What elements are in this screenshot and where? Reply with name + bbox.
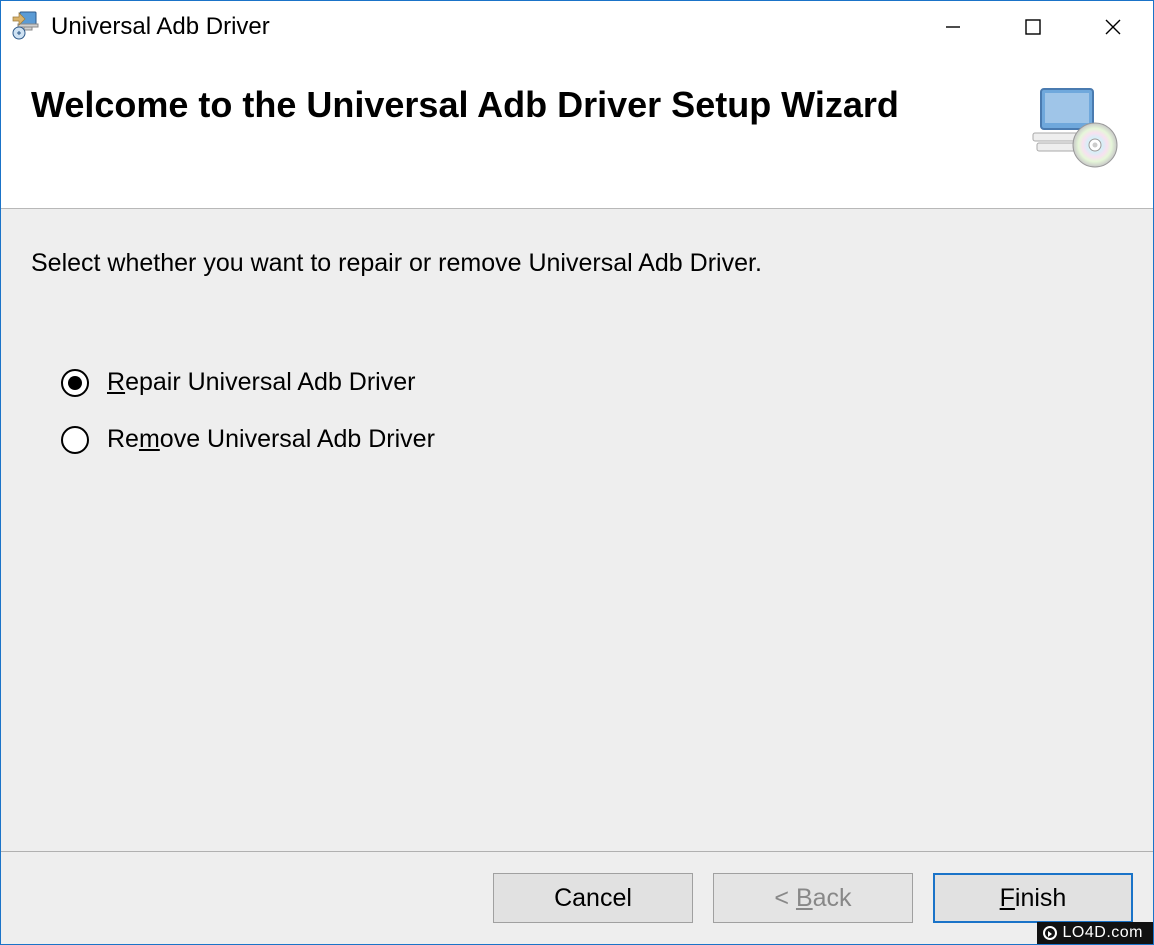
radio-remove[interactable]: Remove Universal Adb Driver (61, 425, 1123, 454)
close-button[interactable] (1073, 1, 1153, 53)
wizard-body: Select whether you want to repair or rem… (1, 209, 1153, 852)
radio-repair[interactable]: Repair Universal Adb Driver (61, 368, 1123, 397)
radio-label: Repair Universal Adb Driver (107, 368, 415, 397)
page-title: Welcome to the Universal Adb Driver Setu… (31, 83, 899, 126)
button-label: Cancel (554, 884, 632, 913)
button-label: Finish (1000, 884, 1067, 913)
installer-icon (11, 9, 43, 46)
maximize-button[interactable] (993, 1, 1073, 53)
radio-indicator-icon (61, 426, 89, 454)
watermark-text: LO4D.com (1063, 924, 1143, 942)
cancel-button[interactable]: Cancel (493, 873, 693, 923)
option-group: Repair Universal Adb Driver Remove Unive… (61, 368, 1123, 454)
wizard-footer: Cancel < Back Finish (1, 852, 1153, 944)
source-watermark: LO4D.com (1037, 922, 1153, 944)
installer-window: Universal Adb Driver Welcome to the Univ… (0, 0, 1154, 945)
titlebar: Universal Adb Driver (1, 1, 1153, 53)
instruction-text: Select whether you want to repair or rem… (31, 249, 1123, 278)
finish-button[interactable]: Finish (933, 873, 1133, 923)
radio-indicator-icon (61, 369, 89, 397)
minimize-button[interactable] (913, 1, 993, 53)
window-title: Universal Adb Driver (51, 13, 270, 41)
setup-computer-icon (1023, 83, 1119, 178)
window-controls (913, 1, 1153, 53)
radio-label: Remove Universal Adb Driver (107, 425, 435, 454)
wizard-header: Welcome to the Universal Adb Driver Setu… (1, 53, 1153, 209)
back-button: < Back (713, 873, 913, 923)
button-label: < Back (774, 884, 851, 913)
refresh-icon (1043, 926, 1057, 940)
